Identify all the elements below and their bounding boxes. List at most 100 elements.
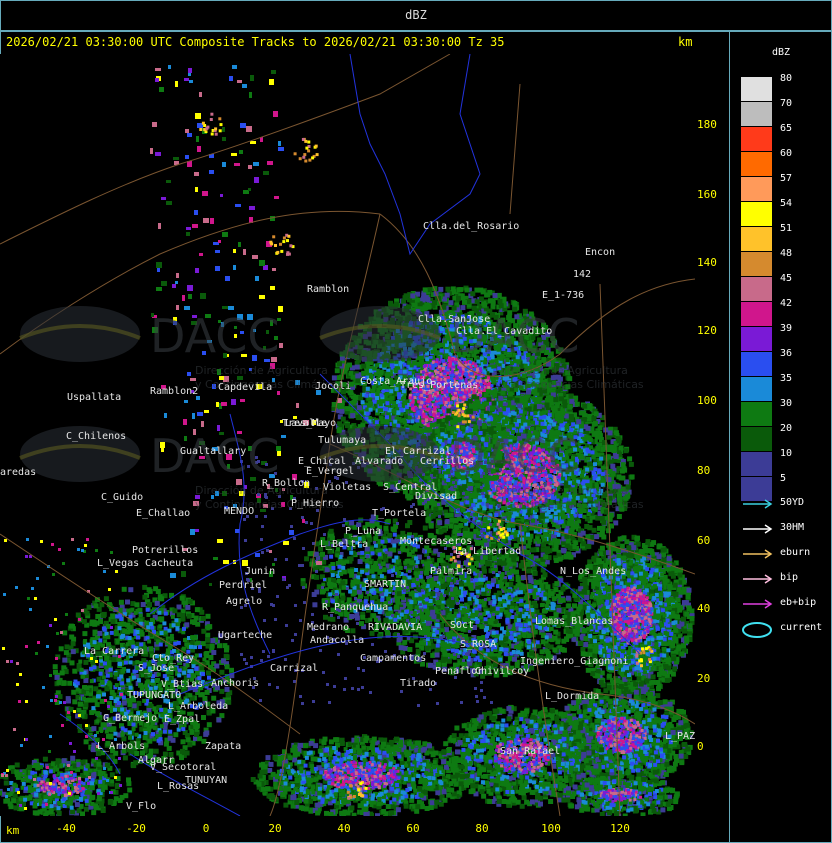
y-tick-label: 0	[697, 740, 723, 753]
legend-swatch	[741, 202, 772, 226]
place-label: L_Rosas	[157, 781, 199, 792]
place-label: La_Libertad	[455, 546, 521, 557]
x-tick-label: 40	[329, 822, 359, 835]
place-label: Zapata	[205, 741, 241, 752]
place-label: C_Chilenos	[66, 431, 126, 442]
legend-value: 30	[780, 398, 792, 409]
place-label: Andacolla	[310, 635, 364, 646]
place-label: TUPUNGATO	[127, 690, 181, 701]
x-axis-unit: km	[6, 824, 19, 837]
legend-value: 57	[780, 173, 792, 184]
legend-swatch	[741, 152, 772, 176]
legend-swatch	[741, 102, 772, 126]
legend-swatch	[741, 352, 772, 376]
place-label: Tres_Portenas	[400, 380, 478, 391]
y-tick-label: 120	[697, 324, 723, 337]
place-label: V_Btias	[161, 679, 203, 690]
track-arrow-icon	[741, 521, 775, 535]
header-timestamp: 2026/02/21 03:30:00 UTC Composite Tracks…	[6, 35, 505, 49]
place-label: Cacheuta	[145, 558, 193, 569]
place-label: Anchoris	[211, 678, 259, 689]
legend-value: 54	[780, 198, 792, 209]
place-label: La_Carrera	[84, 646, 144, 657]
track-legend-label: 50YD	[780, 497, 804, 508]
place-label: Penaflor	[435, 666, 483, 677]
legend-value: 42	[780, 298, 792, 309]
place-label: E_Vergel	[306, 466, 354, 477]
legend-value: 60	[780, 148, 792, 159]
place-label: Junin	[245, 566, 275, 577]
y-tick-label: 180	[697, 118, 723, 131]
track-arrow-icon	[741, 496, 775, 510]
x-tick-label: -20	[121, 822, 151, 835]
place-label: Medrano	[307, 622, 349, 633]
radar-map[interactable]: DACCDirección de Agriculturay Contingenc…	[0, 54, 695, 816]
track-legend-label: eburn	[780, 547, 810, 558]
legend-value: 80	[780, 73, 792, 84]
place-label: SOct	[450, 620, 474, 631]
y-tick-label: 20	[697, 672, 723, 685]
place-label: L_Beltra	[320, 539, 368, 550]
legend-value: 65	[780, 123, 792, 134]
place-label: S_Jose	[138, 663, 174, 674]
place-label: N_Los_Andes	[560, 566, 626, 577]
y-tick-label: 80	[697, 464, 723, 477]
current-ellipse-icon	[741, 621, 775, 635]
place-label: Violetas	[323, 482, 371, 493]
place-label: SMARTIN	[364, 579, 406, 590]
place-label: Alvarado	[355, 456, 403, 467]
legend-title: dBZ	[740, 47, 822, 58]
track-arrow-icon	[741, 596, 775, 610]
place-label: E_1-736	[542, 290, 584, 301]
legend-value: 39	[780, 323, 792, 334]
place-label: Campamentos	[360, 653, 426, 664]
place-label: L_Dormida	[545, 691, 599, 702]
place-label: Agrelo	[226, 596, 262, 607]
legend-swatch	[741, 177, 772, 201]
place-label: S_ROSA	[460, 639, 496, 650]
place-label: V_Secotoral	[150, 762, 216, 773]
legend-value: 51	[780, 223, 792, 234]
legend-value: 5	[780, 473, 786, 484]
legend-value: 45	[780, 273, 792, 284]
place-label: E_Zpal	[164, 714, 200, 725]
place-label: Divisad	[415, 491, 457, 502]
place-label: G_Bermejo	[103, 713, 157, 724]
x-tick-label: 0	[191, 822, 221, 835]
legend-value: 36	[780, 348, 792, 359]
legend-swatch	[741, 402, 772, 426]
y-tick-label: 160	[697, 188, 723, 201]
legend-value: 35	[780, 373, 792, 384]
legend-value: 10	[780, 448, 792, 459]
track-legend-label: eb+bip	[780, 597, 816, 608]
place-label: MENDO	[224, 506, 254, 517]
place-label: Ramblon2	[150, 386, 198, 397]
legend-swatch	[741, 252, 772, 276]
place-label: T_Portela	[372, 508, 426, 519]
place-label: Uspallata	[67, 392, 121, 403]
track-legend-label: 30HM	[780, 522, 804, 533]
place-label: Ramblon	[307, 284, 349, 295]
place-label: Ugarteche	[218, 630, 272, 641]
place-label: L_Arbols	[97, 741, 145, 752]
place-label: 142	[573, 269, 591, 280]
place-label: Cerrillos	[420, 456, 474, 467]
x-tick-label: 100	[536, 822, 566, 835]
place-label: E_Challao	[136, 508, 190, 519]
place-label: Lomas_Blancas	[535, 616, 613, 627]
place-label: Gualtallary	[180, 446, 246, 457]
place-label: Clla.SanJose	[418, 314, 490, 325]
track-arrow-icon	[741, 546, 775, 560]
legend-swatch	[741, 77, 772, 101]
legend-swatch	[741, 327, 772, 351]
place-label: P_Luna	[345, 526, 381, 537]
legend-value: 70	[780, 98, 792, 109]
place-label: Capdevila	[218, 382, 272, 393]
place-label: Clla.El_Cavadito	[456, 326, 552, 337]
header-unit: km	[678, 35, 692, 49]
y-tick-label: 100	[697, 394, 723, 407]
place-label: Jocoli	[315, 381, 351, 392]
place-label: L_Vegas	[97, 558, 139, 569]
place-label: San_Rafael	[500, 746, 560, 757]
legend-value: 48	[780, 248, 792, 259]
